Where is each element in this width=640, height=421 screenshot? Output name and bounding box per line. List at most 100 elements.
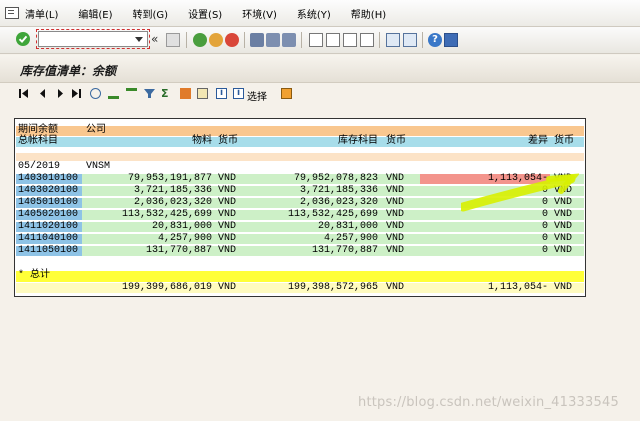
material-value-cell: 4,257,900: [157, 233, 212, 244]
menu-environment[interactable]: 环境(V): [242, 6, 277, 21]
period-value: 05/2019: [18, 161, 61, 172]
menu-system[interactable]: 系统(Y): [297, 6, 331, 21]
header-period: 期间余额: [18, 125, 58, 136]
standard-toolbar: « ?: [0, 27, 640, 54]
shortcut-icon[interactable]: [403, 33, 417, 47]
header-stock-account: 库存科目: [338, 136, 378, 147]
material-value-cell: 2,036,023,320: [133, 197, 212, 208]
total-row: 199,399,686,019 VND 199,398,572,965 VND …: [16, 283, 584, 293]
currency-cell: VND: [386, 185, 405, 196]
spacer-row: [16, 153, 584, 161]
select-info-icon[interactable]: i: [233, 88, 244, 99]
help-icon[interactable]: ?: [428, 33, 442, 47]
first-row-icon[interactable]: [18, 88, 29, 99]
menu-edit[interactable]: 编辑(E): [78, 6, 112, 21]
header-gl-account: 总帐科目: [18, 136, 58, 147]
previous-row-icon[interactable]: [37, 88, 48, 99]
gl-account-cell: 1411020100: [18, 221, 79, 232]
currency-cell: VND: [218, 233, 237, 244]
back-icon[interactable]: [193, 33, 207, 47]
previous-page-icon[interactable]: [326, 33, 340, 47]
difference-cell: 0: [541, 221, 548, 232]
separator: [422, 32, 423, 48]
header-material: 物料: [192, 136, 212, 147]
menu-list[interactable]: 清单(L): [25, 6, 58, 21]
find-next-icon[interactable]: [282, 33, 296, 47]
customize-layout-icon[interactable]: [444, 33, 458, 47]
sum-icon[interactable]: Σ: [161, 88, 172, 99]
command-field[interactable]: [36, 29, 150, 49]
stock-value-cell: 113,532,425,699: [287, 209, 378, 220]
command-dropdown-icon[interactable]: [135, 37, 143, 42]
separator: [379, 32, 380, 48]
header-row-1: 期间余额 公司: [16, 126, 584, 136]
currency-cell: VND: [386, 197, 405, 208]
cancel-icon[interactable]: [225, 33, 239, 47]
separator: [301, 32, 302, 48]
currency-cell: VND: [218, 245, 237, 256]
find-icon[interactable]: [266, 33, 280, 47]
currency-cell: VND: [554, 245, 573, 256]
last-page-icon[interactable]: [360, 33, 374, 47]
total-label: * 总计: [18, 270, 51, 281]
last-row-icon[interactable]: [71, 88, 82, 99]
header-company: 公司: [86, 125, 106, 136]
difference-cell: 0: [541, 233, 548, 244]
details-search-icon[interactable]: [90, 88, 101, 99]
currency-cell: VND: [218, 197, 237, 208]
print-icon[interactable]: [250, 33, 264, 47]
currency-cell: VND: [218, 209, 237, 220]
first-page-icon[interactable]: [309, 33, 323, 47]
application-toolbar: Σ i i 选择: [0, 83, 640, 105]
filter-icon[interactable]: [144, 88, 155, 99]
material-value-cell: 20,831,000: [151, 221, 212, 232]
table-row[interactable]: 1411040100 4,257,900 VND 4,257,900 VND 0 VND: [16, 234, 584, 244]
currency-cell: VND: [386, 233, 405, 244]
layout-icon[interactable]: [281, 88, 292, 99]
total-stock: 199,398,572,965: [287, 282, 378, 293]
gl-account-cell: 1411040100: [18, 233, 79, 244]
header-currency: 货币: [386, 136, 406, 147]
export-icon[interactable]: [197, 88, 208, 99]
stock-value-cell: 20,831,000: [317, 221, 378, 232]
sort-descending-icon[interactable]: [126, 88, 137, 99]
menu-list-icon[interactable]: [5, 7, 19, 19]
enter-check-icon[interactable]: [16, 32, 30, 46]
command-input[interactable]: [39, 32, 134, 46]
material-value-cell: 131,770,887: [145, 245, 212, 256]
watermark: https://blog.csdn.net/weixin_41333545: [358, 395, 619, 410]
currency-cell: VND: [218, 185, 237, 196]
menu-help[interactable]: 帮助(H): [351, 6, 386, 21]
subtotal-icon[interactable]: [180, 88, 191, 99]
save-icon[interactable]: [166, 33, 180, 47]
currency-cell: VND: [386, 245, 405, 256]
currency-cell: VND: [554, 221, 573, 232]
next-page-icon[interactable]: [343, 33, 357, 47]
sort-ascending-icon[interactable]: [108, 88, 119, 99]
title-bar: 库存值清单：余额: [0, 55, 640, 83]
stock-value-cell: 4,257,900: [323, 233, 378, 244]
gl-account-cell: 1403020100: [18, 185, 79, 196]
select-button[interactable]: 选择: [247, 88, 267, 103]
total-label-row: * 总计: [16, 271, 584, 282]
stock-value-cell: 131,770,887: [311, 245, 378, 256]
table-row[interactable]: 1411020100 20,831,000 VND 20,831,000 VND 0 VND: [16, 222, 584, 232]
collapse-arrows-icon[interactable]: «: [151, 33, 165, 47]
new-session-icon[interactable]: [386, 33, 400, 47]
info-icon[interactable]: i: [216, 88, 227, 99]
total-currency: VND: [218, 282, 237, 293]
menu-settings[interactable]: 设置(S): [188, 6, 222, 21]
total-currency: VND: [554, 282, 573, 293]
exit-icon[interactable]: [209, 33, 223, 47]
header-difference: 差异: [528, 136, 548, 147]
highlighter-arrow-annotation: [461, 173, 579, 212]
table-row[interactable]: 1411050100 131,770,887 VND 131,770,887 VND 0 V…: [16, 246, 584, 256]
next-row-icon[interactable]: [55, 88, 66, 99]
header-currency: 货币: [554, 136, 574, 147]
menu-goto[interactable]: 转到(G): [133, 6, 169, 21]
menu-bar: 清单(L) 编辑(E) 转到(G) 设置(S) 环境(V) 系统(Y) 帮助(H…: [0, 0, 640, 27]
gl-account-cell: 1405020100: [18, 209, 79, 220]
currency-cell: VND: [386, 173, 405, 184]
currency-cell: VND: [218, 221, 237, 232]
stock-value-cell: 3,721,185,336: [299, 185, 378, 196]
